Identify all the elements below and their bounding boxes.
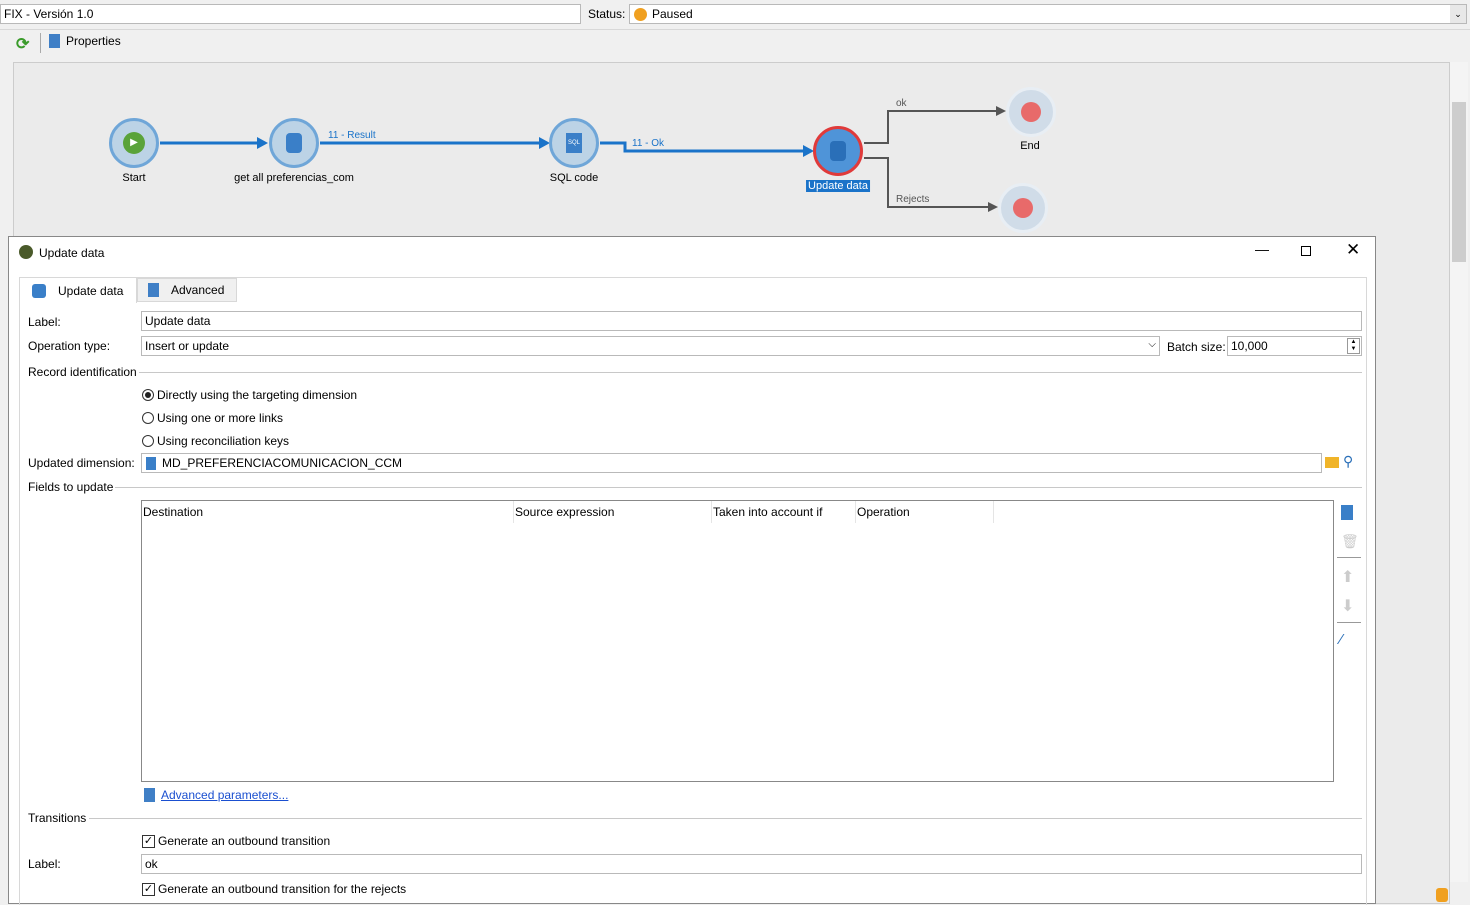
transition-ok11-label: 11 - Ok [632,138,665,149]
operation-type-caption: Operation type: [28,339,111,353]
radio-targeting-dimension[interactable]: Directly using the targeting dimension [142,388,357,402]
operation-type-select[interactable]: Insert or update ⌵ [141,336,1160,356]
batch-size-stepper[interactable]: 10,000 ▲ ▼ [1227,336,1362,356]
radio-links[interactable]: Using one or more links [142,411,283,425]
maximize-button[interactable] [1301,246,1311,256]
update-data-dialog: Update data — ✕ Update data Advanced Lab… [8,236,1376,905]
node-end[interactable] [1006,87,1056,137]
record-identification-caption: Record identification [28,365,137,379]
batch-size-value: 10,000 [1231,339,1268,353]
transition-label-input[interactable]: ok [141,854,1362,874]
spinner-icon[interactable]: ▲ ▼ [1347,338,1360,354]
transitions-caption: Transitions [28,811,87,825]
tab-label: Update data [58,283,124,298]
dialog-title: Update data [39,246,105,260]
generate-rejects-checkbox[interactable]: ✓ Generate an outbound transition for the… [142,882,406,896]
database-update-icon [830,141,846,161]
stop-icon [1013,198,1033,218]
node-query[interactable] [269,118,319,168]
chevron-down-icon: ⌵ [1148,339,1156,350]
column-destination[interactable]: Destination [142,501,514,523]
node-update[interactable] [813,126,863,176]
move-up-icon[interactable]: ⬆ [1341,567,1354,587]
updated-dimension-field[interactable]: MD_PREFERENCIACOMUNICACION_CCM [141,453,1322,473]
tab-update-data[interactable]: Update data [19,277,137,303]
add-field-icon[interactable] [1341,505,1353,520]
folder-icon[interactable] [1325,457,1339,468]
lock-icon[interactable] [1436,888,1448,902]
node-query-label: get all preferencias_com [234,172,354,184]
transition-rejects-label: Rejects [896,194,930,205]
column-condition[interactable]: Taken into account if [712,501,856,523]
fields-table[interactable]: Destination Source expression Taken into… [141,500,1334,782]
transition-result-label: 11 - Result [328,130,376,141]
radio-label: Using reconciliation keys [157,434,290,448]
dimension-value: MD_PREFERENCIACOMUNICACION_CCM [162,456,403,470]
transition-ok-label: ok [896,98,907,109]
advanced-parameters-link[interactable]: Advanced parameters... [161,788,288,802]
fields-to-update-caption: Fields to update [28,480,114,494]
label-input[interactable]: Update data [141,311,1362,331]
updated-dimension-caption: Updated dimension: [28,456,135,470]
schema-icon [146,457,156,470]
radio-reconciliation-keys[interactable]: Using reconciliation keys [142,434,289,448]
node-sql[interactable]: SQL [549,118,599,168]
label-caption: Label: [28,315,61,329]
radio-label: Directly using the targeting dimension [157,388,358,402]
sql-file-icon: SQL [566,133,582,153]
tab-label: Advanced [171,283,225,297]
play-icon: ▶ [123,132,145,154]
clipboard-icon [148,283,159,297]
generate-outbound-checkbox[interactable]: ✓ Generate an outbound transition [142,834,330,848]
stop-icon [1021,102,1041,122]
checkbox-label: Generate an outbound transition [158,834,331,848]
node-end-rejects[interactable] [998,183,1048,233]
move-down-icon[interactable]: ⬇ [1341,596,1354,616]
operation-type-value: Insert or update [145,339,230,353]
tab-advanced[interactable]: Advanced [137,278,237,302]
node-update-label: Update data [806,180,870,192]
database-icon [32,283,46,298]
column-operation[interactable]: Operation [856,501,994,523]
node-start-label: Start [122,172,146,184]
delete-icon[interactable]: 🗑 [1341,533,1359,550]
column-source-expression[interactable]: Source expression [514,501,712,523]
minimize-button[interactable]: — [1255,241,1269,257]
radio-label: Using one or more links [157,411,284,425]
transition-label-caption: Label: [28,857,61,871]
magic-wand-icon[interactable]: ⁄ [1340,631,1343,648]
clipboard-icon [144,788,155,802]
checkbox-label: Generate an outbound transition for the … [158,882,407,896]
node-sql-label: SQL code [549,172,599,184]
app-icon [19,245,33,259]
database-icon [286,133,302,153]
search-icon[interactable]: ⚲ [1343,453,1353,470]
node-end-label: End [1020,140,1040,152]
node-start[interactable]: ▶ [109,118,159,168]
batch-size-caption: Batch size: [1167,340,1226,354]
close-button[interactable]: ✕ [1346,240,1360,260]
